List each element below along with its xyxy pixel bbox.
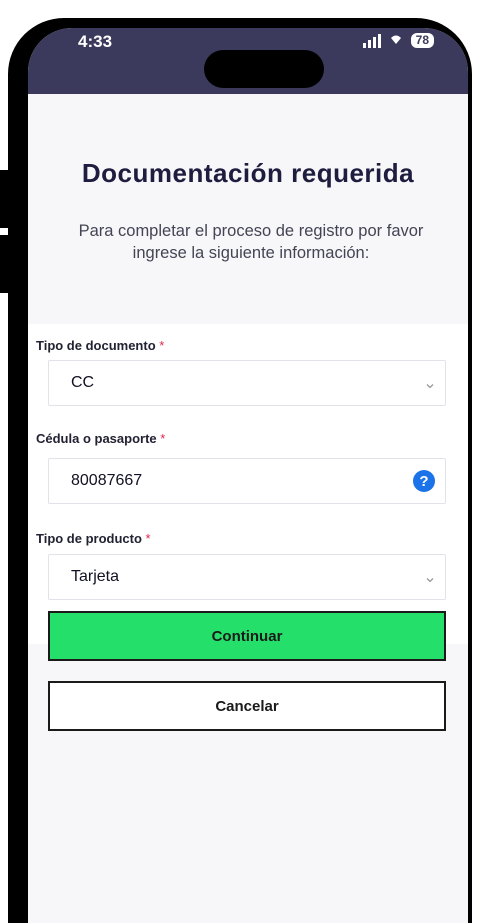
app-screen: 4:33 78 Documentación requerida Para com… (28, 28, 468, 923)
chevron-down-icon (425, 378, 435, 389)
chevron-down-icon (425, 572, 435, 583)
help-icon[interactable]: ? (413, 470, 435, 492)
document-type-select[interactable]: CC (48, 360, 446, 406)
document-type-label: Tipo de documento * (36, 338, 165, 353)
signal-icon (362, 33, 381, 48)
cancel-button[interactable]: Cancelar (48, 681, 446, 731)
status-time: 4:33 (78, 32, 113, 51)
id-number-label: Cédula o pasaporte * (36, 431, 166, 446)
page-title: Documentación requerida (81, 158, 415, 188)
status-icons: 78 (362, 32, 434, 49)
continue-button[interactable]: Continuar (48, 611, 446, 661)
id-number-value: 80087667 (71, 472, 143, 489)
page-subtitle: Para completar el proceso de registro po… (78, 222, 424, 262)
wifi-icon (389, 32, 403, 49)
product-type-select[interactable]: Tarjeta (48, 554, 446, 600)
registration-form: Tipo de documento * CC Cédula o pasaport… (28, 324, 468, 644)
battery-icon: 78 (410, 33, 434, 48)
product-type-value: Tarjeta (71, 568, 120, 585)
required-mark: * (145, 531, 151, 546)
product-type-label: Tipo de producto * (36, 531, 151, 546)
camera-notch (204, 50, 324, 88)
required-mark: * (159, 338, 165, 353)
id-number-input[interactable]: 80087667 ? (48, 458, 446, 504)
document-type-value: CC (71, 374, 95, 391)
required-mark: * (160, 431, 166, 446)
